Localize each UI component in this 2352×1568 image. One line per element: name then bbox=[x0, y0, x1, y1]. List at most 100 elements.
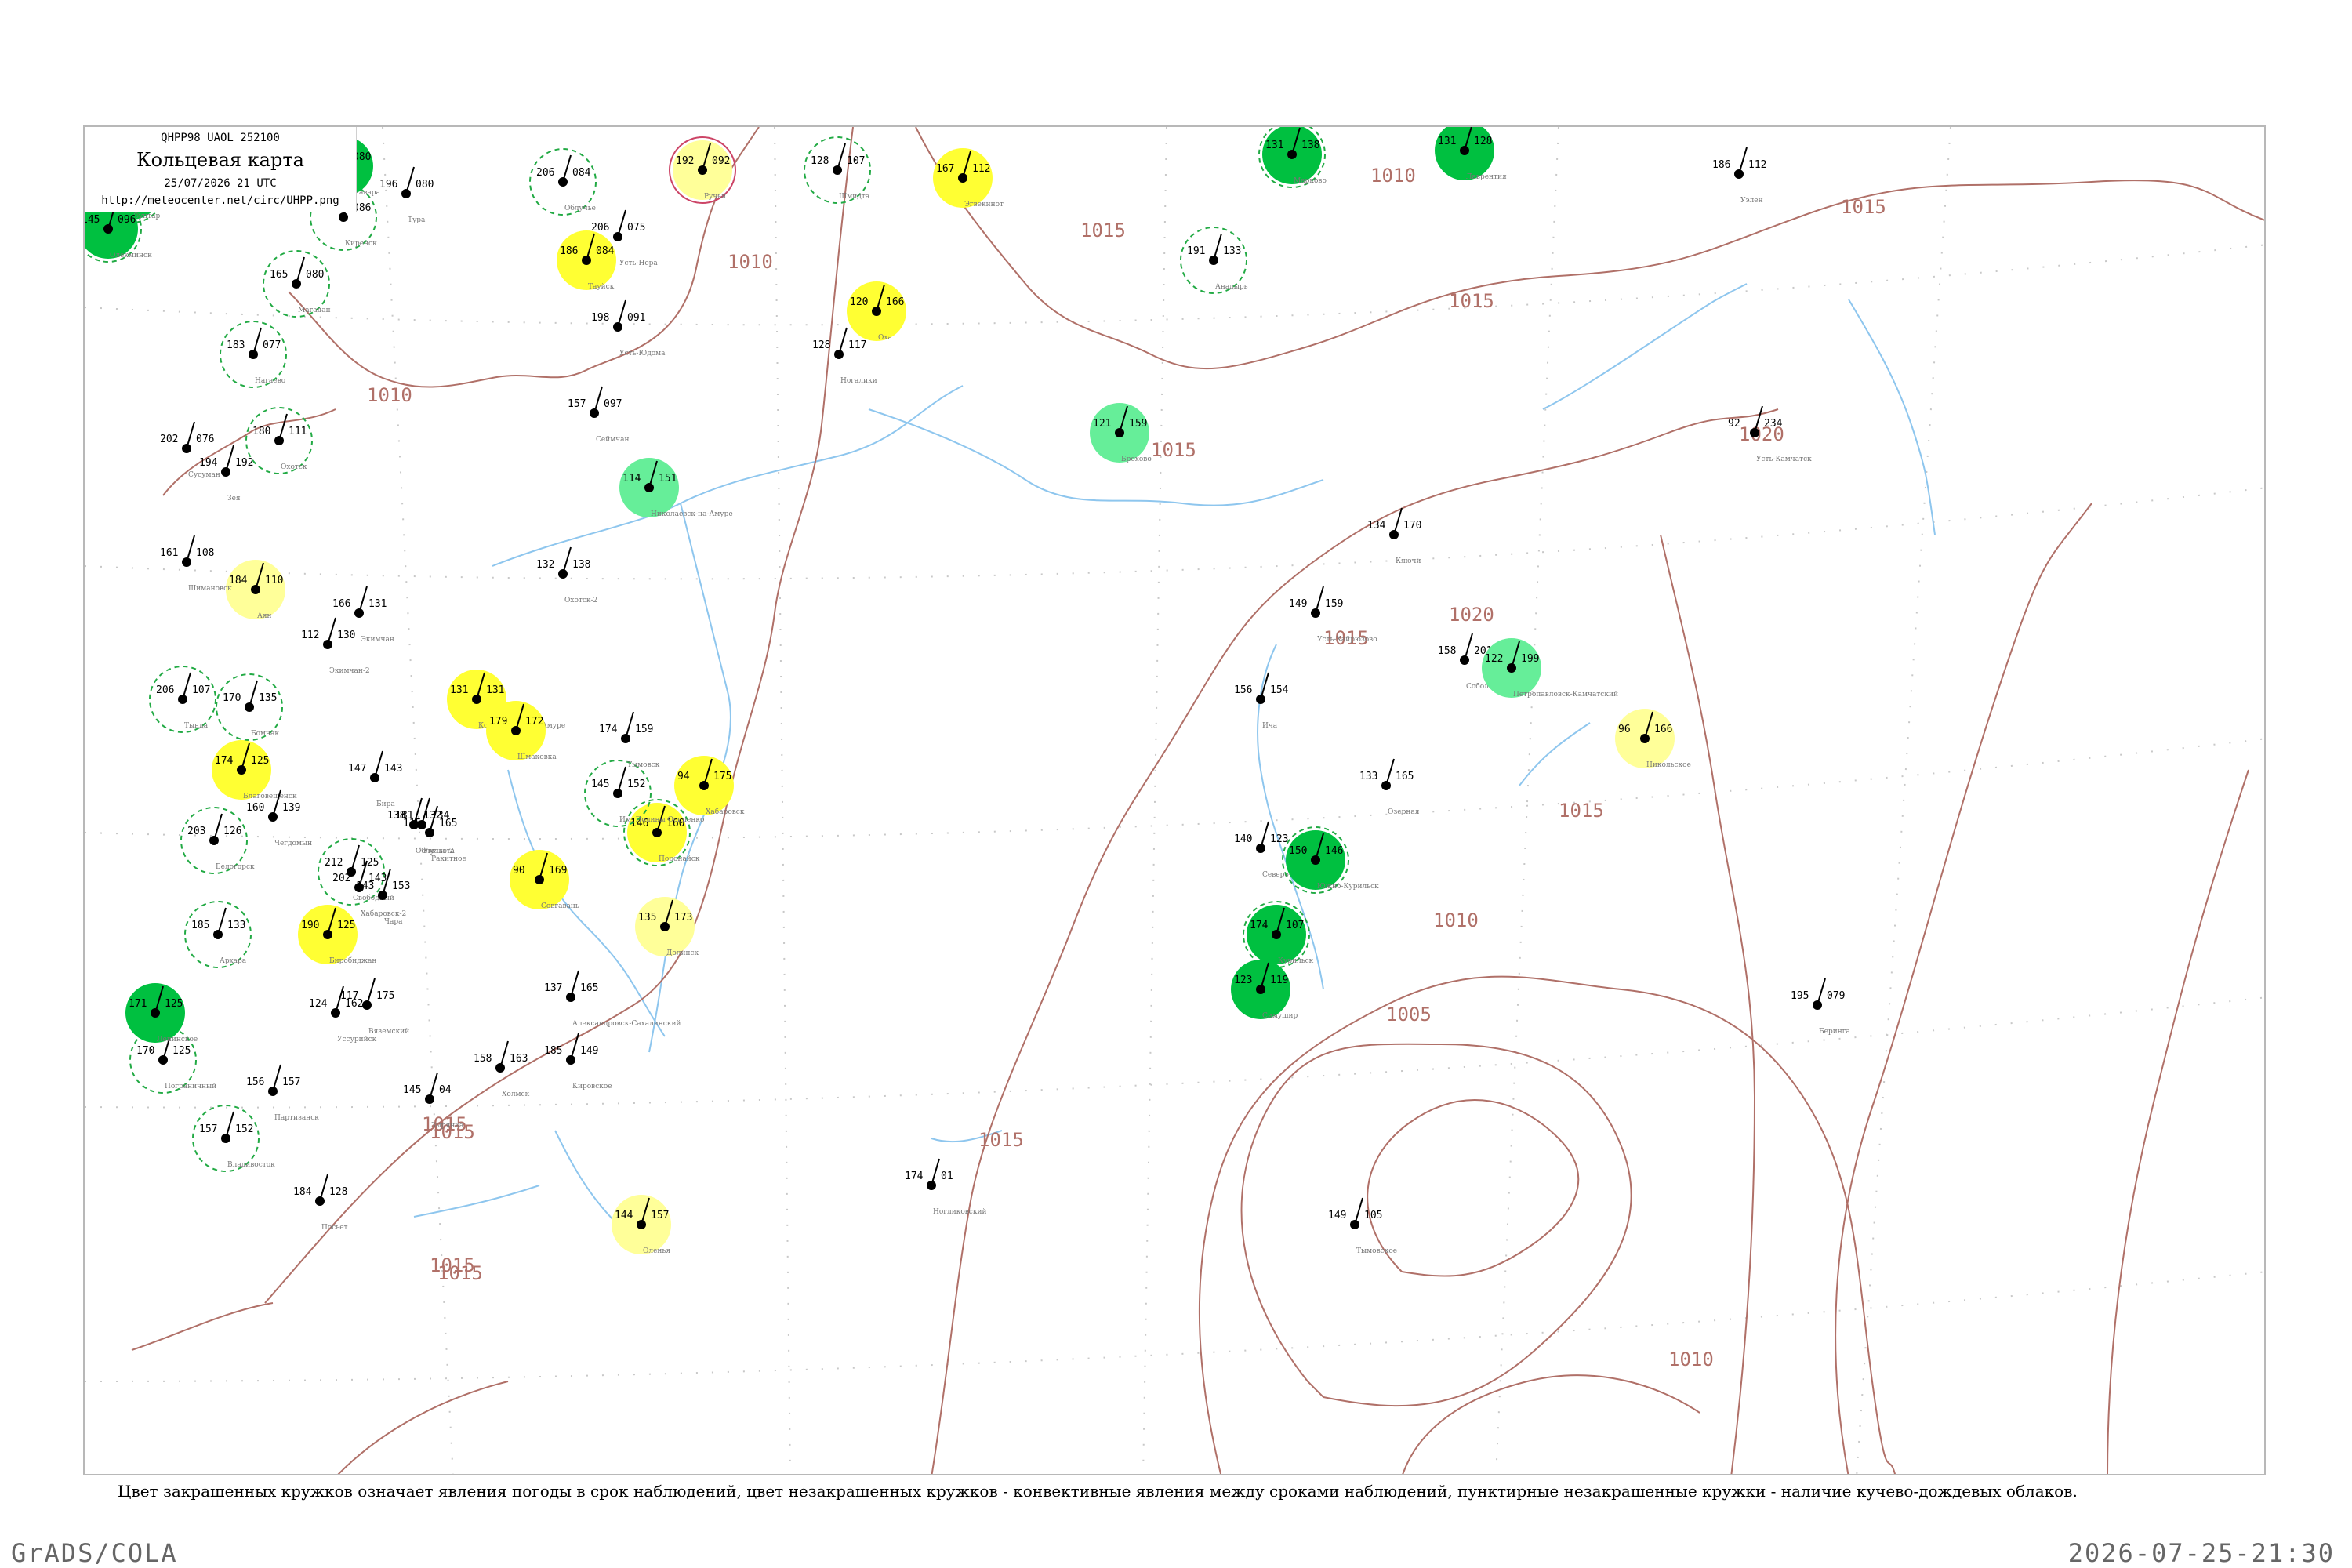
station-pressure: 125 bbox=[251, 755, 269, 767]
station-3: 202 076 Сусуман bbox=[160, 421, 220, 479]
station-temperature: 185 bbox=[191, 920, 209, 931]
station-33: 133 165 Озерная bbox=[1359, 758, 1420, 816]
station-temperature: 181 bbox=[395, 810, 413, 822]
wind-barb bbox=[319, 1174, 328, 1202]
station-pressure: 143 bbox=[368, 873, 387, 884]
station-temperature: 186 bbox=[1712, 159, 1730, 171]
station-pressure: 128 bbox=[1474, 136, 1492, 147]
station-name: Уссурийск bbox=[337, 1036, 377, 1044]
station-pressure: 125 bbox=[361, 857, 379, 869]
station-57: 171 125 Ленинское bbox=[125, 983, 198, 1044]
station-name: Партизанск bbox=[274, 1114, 319, 1122]
station-name: Магадан bbox=[298, 307, 331, 314]
wind-barb bbox=[1385, 758, 1395, 786]
station-pressure: 152 bbox=[235, 1123, 253, 1135]
station-pressure: 125 bbox=[172, 1045, 191, 1057]
station-temperature: 165 bbox=[270, 269, 288, 281]
station-temperature: 137 bbox=[544, 982, 562, 994]
station-56: 156 157 Партизанск bbox=[246, 1064, 319, 1122]
station-temperature: 184 bbox=[293, 1186, 312, 1198]
station-temperature: 195 bbox=[1791, 990, 1809, 1002]
station-pressure: 163 bbox=[510, 1053, 528, 1065]
station-temperature: 202 bbox=[332, 873, 350, 884]
station-name: Белогорск bbox=[216, 863, 255, 871]
station-pressure: 077 bbox=[263, 339, 281, 351]
station-temperature: 94 bbox=[677, 771, 690, 782]
station-name: Усть-Хайрюзово bbox=[1317, 636, 1377, 644]
wind-barb bbox=[1738, 147, 1748, 175]
station-49: 206 107 Тында bbox=[149, 666, 216, 733]
station-temperature: 174 bbox=[599, 724, 618, 735]
station-name: Марково bbox=[1294, 177, 1327, 185]
station-temperature: 156 bbox=[1234, 684, 1252, 696]
station-temperature: 202 bbox=[160, 434, 178, 445]
wind-barb bbox=[225, 445, 234, 473]
station-pressure: 175 bbox=[713, 771, 731, 782]
station-pressure: 133 bbox=[227, 920, 245, 931]
synoptic-map: 1005 1010 1010 1010 1010 1010 1015 1015 … bbox=[85, 127, 2264, 1474]
station-pressure: 110 bbox=[265, 575, 283, 586]
station-name: Ручьи bbox=[704, 193, 726, 201]
wind-barb bbox=[252, 327, 262, 355]
isobar-label-1015: 1015 bbox=[1449, 290, 1494, 312]
station-temperature: 185 bbox=[544, 1045, 562, 1057]
station-name: Бомнак bbox=[251, 730, 279, 738]
station-pressure: 157 bbox=[651, 1210, 669, 1221]
map-url: http://meteocenter.net/circ/UHPP.png bbox=[101, 194, 339, 207]
station-19: 157 097 Сеймчан bbox=[568, 386, 630, 444]
station-name: Усть-Камчатск bbox=[1756, 456, 1812, 463]
station-name: Охотск bbox=[281, 463, 307, 471]
station-temperature: 131 bbox=[1265, 140, 1283, 151]
station-77: 179 172 Шмаковка bbox=[486, 701, 557, 761]
station-pressure: 135 bbox=[259, 692, 277, 704]
station-10: 132 138 Охотск-2 bbox=[536, 546, 597, 604]
station-temperature: 174 bbox=[215, 755, 234, 767]
station-temperature: 145 bbox=[403, 1084, 421, 1096]
station-pressure: 138 bbox=[1301, 140, 1319, 151]
station-name: Южно-Курильск bbox=[1317, 883, 1379, 891]
station-temperature: 167 bbox=[936, 163, 954, 175]
station-temperature: 196 bbox=[379, 179, 397, 191]
station-name: Хабаровск bbox=[706, 808, 745, 816]
station-temperature: 145 bbox=[85, 214, 100, 226]
station-name: Олекминск bbox=[110, 252, 152, 260]
station-name: Николаевск-на-Амуре bbox=[651, 510, 733, 518]
station-name: Шимановск bbox=[188, 585, 232, 593]
station-73: 145 04 Зырянка bbox=[403, 1072, 464, 1130]
station-pressure: 151 bbox=[659, 473, 677, 485]
station-name: Усть-Нера bbox=[619, 260, 658, 267]
station-pressure: 119 bbox=[1270, 975, 1288, 986]
station-pressure: 159 bbox=[1129, 418, 1147, 430]
station-37: 123 119 Симушир bbox=[1231, 960, 1298, 1020]
station-name: Петропавловск-Камчатский bbox=[1513, 691, 1618, 699]
station-temperature: 206 bbox=[591, 222, 609, 234]
station-name: Умальта bbox=[423, 848, 455, 855]
station-temperature: 145 bbox=[591, 779, 609, 790]
station-pressure: 154 bbox=[1270, 684, 1289, 696]
station-1: 165 080 Магадан bbox=[263, 250, 331, 318]
station-name: Тымовск bbox=[627, 761, 660, 769]
station-name: Чара bbox=[384, 918, 403, 926]
wind-barb bbox=[186, 421, 195, 449]
wind-barb bbox=[1260, 821, 1269, 849]
station-pressure: 143 bbox=[384, 763, 402, 775]
station-22: 191 133 Анадырь bbox=[1180, 227, 1248, 294]
station-name: Сеймчан bbox=[596, 436, 630, 444]
isobar-label-1015: 1015 bbox=[1841, 196, 1886, 218]
station-55: 157 152 Владивосток bbox=[192, 1105, 275, 1172]
station-pressure: 117 bbox=[848, 339, 866, 351]
station-72: 158 163 Холмск bbox=[474, 1040, 530, 1098]
station-temperature: 158 bbox=[474, 1053, 492, 1065]
station-pressure: 125 bbox=[165, 998, 183, 1010]
station-name: Сусуман bbox=[188, 471, 220, 479]
station-pressure: 131 bbox=[368, 598, 387, 610]
station-name: Симушир bbox=[1262, 1012, 1298, 1020]
station-temperature: 132 bbox=[536, 559, 554, 571]
station-name: Усть-Юдома bbox=[619, 350, 666, 358]
station-name: Шмидта bbox=[839, 193, 870, 201]
station-pressure: 080 bbox=[416, 179, 434, 191]
map-frame: 1005 1010 1010 1010 1010 1010 1015 1015 … bbox=[83, 125, 2266, 1475]
wind-barb bbox=[278, 413, 288, 441]
station-name: Кировское bbox=[572, 1083, 612, 1091]
station-temperature: 212 bbox=[325, 857, 343, 869]
